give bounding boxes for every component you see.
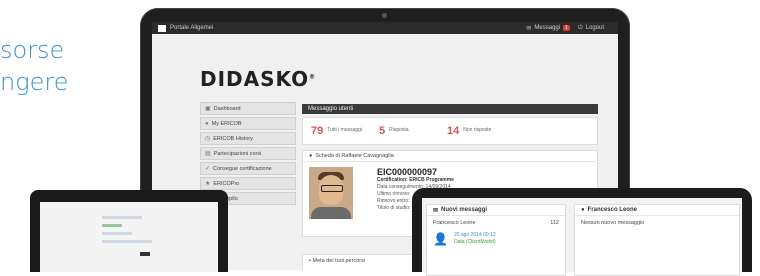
- sidebar-item-label: Dashboard: [213, 105, 241, 112]
- user-icon: ●: [309, 153, 313, 159]
- message-entry[interactable]: 👤 25 ago 2014 09:12 Data (ClientModel): [427, 230, 565, 248]
- user-icon: ●: [205, 120, 209, 127]
- didasko-logo: DIDASKO®: [200, 67, 315, 93]
- camera-icon: [382, 13, 387, 18]
- top-bar: Portale Allgemei ✉ Messaggi 1 ⏻ Logout: [152, 22, 618, 34]
- app-icon: [158, 24, 166, 32]
- message-status: Data (ClientModel): [453, 239, 496, 245]
- stat-value: 14: [447, 125, 460, 137]
- stat-value: 79: [311, 125, 324, 137]
- dashboard-icon: ▣: [205, 106, 211, 112]
- message-date: 25 ago 2014 09:12: [453, 232, 496, 238]
- small-laptop-screen: [40, 202, 218, 272]
- messages-label: Messaggi: [534, 25, 561, 31]
- form-line-accent: [102, 224, 122, 227]
- goals-panel-title: Meta dei tuoi percorsi: [312, 258, 366, 264]
- sidebar-item-dashboard[interactable]: ▣ Dashboard: [200, 102, 296, 115]
- goals-icon: ▪: [309, 258, 311, 264]
- hero-line-2: ngere: [0, 68, 69, 96]
- sidebar-item-certification[interactable]: ✓ Consegue certificazione: [200, 162, 296, 175]
- profile-code: EIC000000097: [377, 167, 438, 177]
- contact-header: ● Francesco Leone: [575, 205, 739, 216]
- stat-label: Tutti i messaggi: [327, 127, 363, 133]
- contact-title: Francesco Leone: [587, 207, 637, 213]
- small-laptop-device: [30, 190, 228, 272]
- sidebar-item-history[interactable]: ◷ ERICOB History: [200, 132, 296, 145]
- new-messages-panel: ✉ Nuovi messaggi Francesco Leone 112 👤 25 …: [426, 204, 566, 276]
- profile-panel-title: Scheda di Raffaele Cavagnaglia: [315, 153, 394, 159]
- pro-icon: ★: [205, 181, 211, 187]
- tablet-device: ✉ Nuovi messaggi Francesco Leone 112 👤 25 …: [412, 188, 752, 276]
- message-row[interactable]: Francesco Leone 112: [427, 216, 565, 230]
- avatar: [309, 167, 353, 219]
- contact-status-text: Nessun nuovo messaggio: [581, 220, 645, 226]
- goals-panel: ▪ Meta dei tuoi percorsi: [302, 254, 426, 270]
- form-line: [102, 240, 152, 243]
- profile-cert: Certification: ERICB Programme: [377, 177, 454, 183]
- sidebar-item-label: My ERICOB: [211, 120, 242, 127]
- power-icon: ⏻: [577, 24, 583, 31]
- user-icon: 👤: [433, 232, 448, 246]
- user-icon: ●: [581, 207, 585, 213]
- chat-icon: ✉: [433, 207, 439, 214]
- logout-link[interactable]: ⏻ Logout: [578, 25, 604, 32]
- message-sender: Francesco Leone: [433, 220, 476, 226]
- stat-unanswered[interactable]: 14 Non risposte: [447, 125, 507, 137]
- page-title: Messaggio utenti: [302, 104, 598, 114]
- stats-panel: 79 Tutti i messaggi 5 Risposta 14 Non rispo…: [302, 117, 598, 145]
- new-messages-header: ✉ Nuovi messaggi: [427, 205, 565, 216]
- contact-status: Nessun nuovo messaggio: [575, 216, 739, 230]
- logout-label: Logout: [585, 25, 604, 31]
- form-line: [102, 232, 132, 235]
- tablet-screen: ✉ Nuovi messaggi Francesco Leone 112 👤 25 …: [422, 198, 742, 276]
- sidebar-item-label: ERICOB History: [213, 135, 253, 142]
- logo-mark: ®: [309, 73, 317, 81]
- login-form: [102, 216, 172, 248]
- stat-all[interactable]: 79 Tutti i messaggi: [311, 125, 371, 137]
- sidebar-item-courses[interactable]: ▤ Partecipazioni corsi: [200, 147, 296, 160]
- message-count: 112: [550, 220, 559, 226]
- envelope-icon: ✉: [526, 25, 532, 32]
- history-icon: ◷: [205, 136, 211, 142]
- stat-answered[interactable]: 5 Risposta: [379, 125, 439, 137]
- stat-value: 5: [379, 125, 386, 137]
- login-button[interactable]: [140, 252, 150, 256]
- hero-line-1: sorse: [0, 36, 65, 64]
- sidebar-item-my-ericob[interactable]: ● My ERICOB: [200, 117, 296, 130]
- cert-icon: ✓: [205, 166, 211, 172]
- sidebar-item-label: Partecipazioni corsi: [213, 150, 262, 157]
- sidebar-item-pro[interactable]: ★ ERICOPro: [200, 177, 296, 190]
- profile-panel-header: ● Scheda di Raffaele Cavagnaglia: [303, 151, 597, 162]
- brand[interactable]: Portale Allgemei: [158, 24, 214, 32]
- hero-text: sorse ngere: [0, 34, 68, 98]
- stat-label: Non risposte: [463, 127, 492, 133]
- stat-label: Risposta: [389, 127, 409, 133]
- messages-link[interactable]: ✉ Messaggi 1: [526, 25, 570, 32]
- sidebar-item-label: ERICOPro: [213, 180, 240, 187]
- messages-badge: 1: [563, 25, 570, 31]
- new-messages-title: Nuovi messaggi: [441, 207, 488, 213]
- brand-label: Portale Allgemei: [170, 25, 214, 31]
- sidebar-item-label: Consegue certificazione: [213, 165, 272, 172]
- course-icon: ▤: [205, 151, 211, 157]
- logo-text: DIDASKO: [200, 67, 310, 91]
- form-line: [102, 216, 142, 219]
- contact-panel: ● Francesco Leone Nessun nuovo messaggio: [574, 204, 740, 276]
